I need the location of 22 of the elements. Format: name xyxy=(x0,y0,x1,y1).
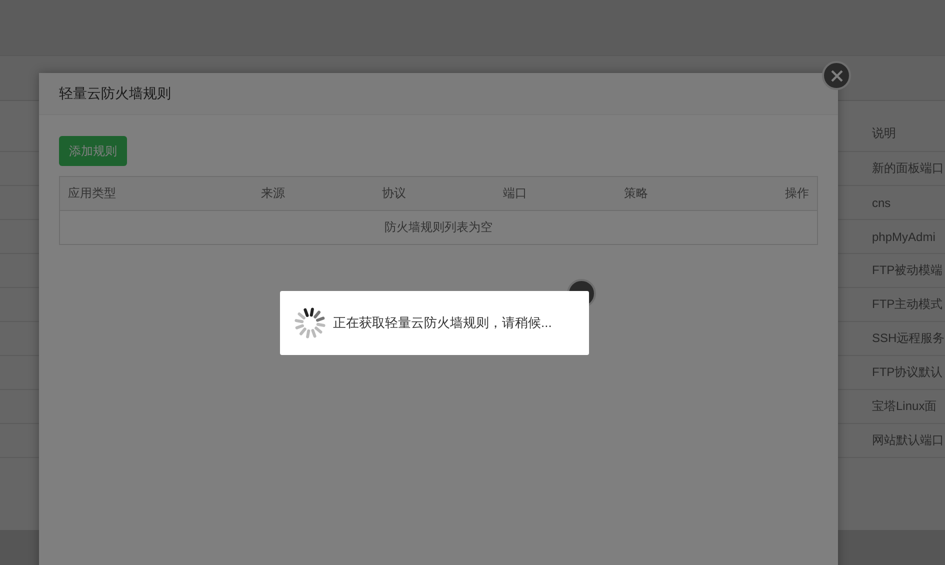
table-cell: FTP主动模式 xyxy=(872,296,943,313)
column-heading: 应用类型 xyxy=(68,185,117,202)
loading-message: 正在获取轻量云防火墙规则，请稍候... xyxy=(333,314,552,332)
close-icon xyxy=(830,70,842,82)
table-cell: 宝塔Linux面 xyxy=(872,398,937,415)
column-heading: 说明 xyxy=(872,125,896,142)
column-heading: 端口 xyxy=(503,185,528,202)
empty-message: 防火墙规则列表为空 xyxy=(384,219,492,236)
spinner-icon xyxy=(294,307,326,339)
table-cell: SSH远程服务 xyxy=(872,330,945,347)
column-heading: 操作 xyxy=(785,185,809,202)
table-cell: 新的面板端口 xyxy=(872,160,944,177)
column-heading: 来源 xyxy=(261,185,286,202)
column-heading: 策略 xyxy=(624,185,649,202)
column-heading: 协议 xyxy=(382,185,407,202)
dialog-title: 轻量云防火墙规则 xyxy=(59,84,171,102)
table-cell: 网站默认端口 xyxy=(872,432,944,449)
table-cell: cns xyxy=(872,196,891,210)
table-cell: phpMyAdmi xyxy=(872,230,936,244)
table-cell: FTP被动模端 xyxy=(872,262,943,279)
table-cell: FTP协议默认 xyxy=(872,364,943,381)
add-rule-button[interactable]: 添加规则 xyxy=(59,136,127,166)
